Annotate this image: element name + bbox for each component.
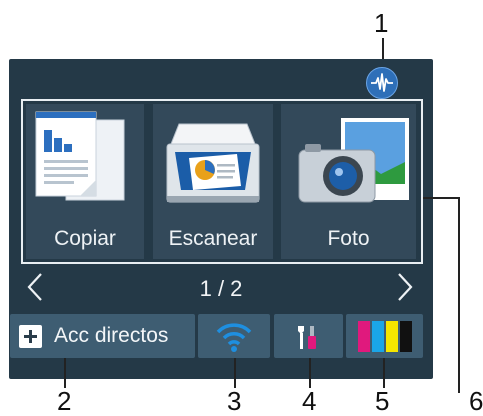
callout-line-6-horizontal — [423, 197, 459, 199]
callout-line-2 — [64, 358, 66, 388]
ink-button[interactable] — [346, 314, 423, 358]
callout-line-3 — [234, 358, 236, 388]
copy-icon — [26, 104, 144, 221]
callout-number-2: 2 — [57, 386, 72, 416]
shortcuts-button[interactable]: Acc directos — [10, 314, 195, 358]
photo-label: Foto — [327, 227, 370, 250]
wifi-icon — [214, 318, 254, 359]
next-page-arrow-icon[interactable] — [389, 270, 419, 304]
settings-tools-icon — [294, 322, 324, 357]
settings-button[interactable] — [274, 314, 343, 358]
callout-line-6-vertical — [458, 197, 460, 393]
copy-label: Copiar — [54, 227, 116, 250]
photo-button[interactable]: Foto — [281, 104, 416, 259]
scan-label: Escanear — [168, 227, 258, 250]
callout-line-5 — [383, 358, 385, 388]
shortcuts-label: Acc directos — [54, 324, 169, 347]
copy-button[interactable]: Copiar — [26, 104, 144, 259]
callout-number-4: 4 — [302, 386, 317, 416]
scanner-icon — [153, 104, 273, 221]
callout-number-3: 3 — [227, 386, 242, 416]
callout-line-4 — [309, 358, 311, 388]
scan-button[interactable]: Escanear — [153, 104, 273, 259]
plus-icon — [19, 325, 42, 348]
callout-number-5: 5 — [375, 386, 390, 416]
wireless-ad-hoc-icon[interactable] — [366, 67, 398, 99]
ink-cartridge-icon — [358, 321, 412, 357]
wifi-button[interactable] — [198, 314, 270, 358]
callout-number-6: 6 — [469, 386, 483, 416]
page-indicator: 1 / 2 — [199, 276, 243, 301]
camera-photo-icon — [281, 104, 416, 221]
pager: 1 / 2 — [9, 268, 433, 308]
callout-number-1: 1 — [374, 8, 389, 38]
